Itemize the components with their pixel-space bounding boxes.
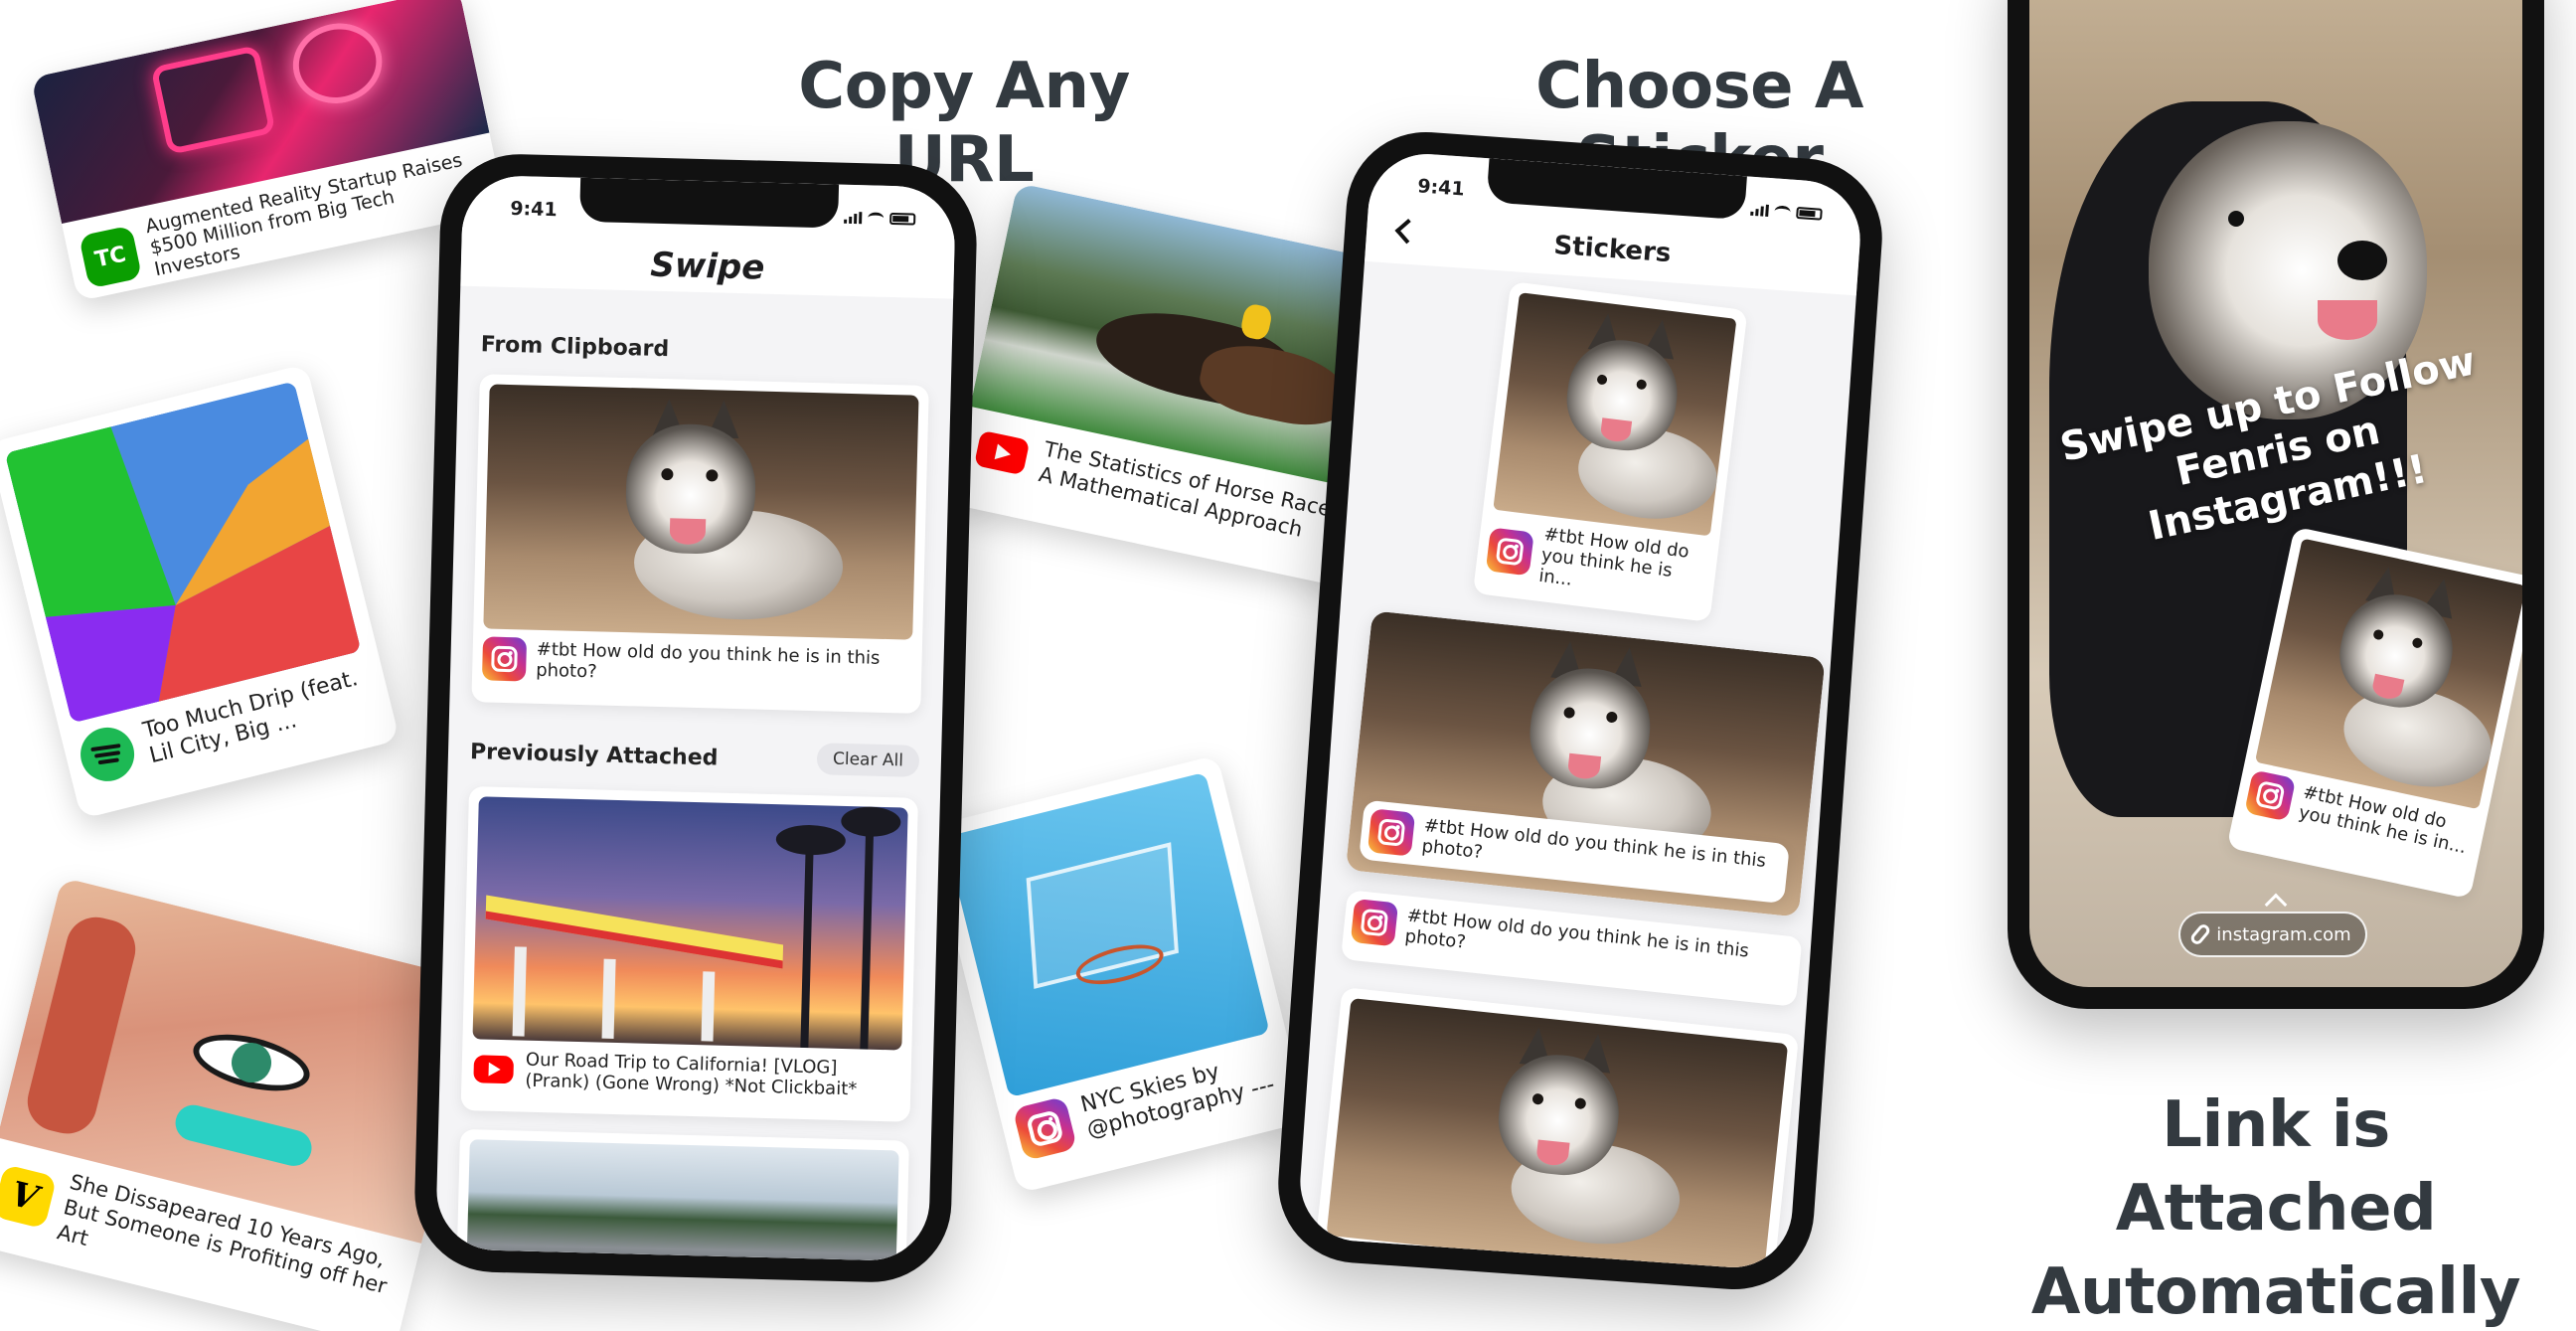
clipboard-card[interactable]: #tbt How old do you think he is in this …: [471, 374, 929, 714]
phone-story: Swipe up to Follow Fenris on Instagram!!…: [2008, 0, 2544, 1009]
swipe-screen: 9:41 Swipe From Clipboard #tbt How old d…: [434, 174, 957, 1262]
app-title: Swipe: [649, 245, 765, 288]
headline-link-attached-line1: Link is Attached: [2115, 1088, 2437, 1246]
story-screen: Swipe up to Follow Fenris on Instagram!!…: [2029, 0, 2522, 987]
sticker-option-photo[interactable]: [1315, 987, 1800, 1271]
section-previously-attached: Previously Attached: [469, 740, 719, 771]
stickers-screen: 9:41 Stickers #tbt How old do you think …: [1296, 150, 1864, 1271]
paperclip-icon: [2188, 921, 2212, 947]
link-card-techcrunch: TC Augmented Reality Startup Raises $500…: [30, 0, 507, 302]
headline-link-attached: Link is Attached Automatically: [2017, 1083, 2534, 1331]
gas-station-photo: [472, 796, 908, 1051]
sticker-option-polaroid[interactable]: #tbt How old do you think he is in...: [1472, 281, 1748, 622]
instagram-icon: [1012, 1095, 1078, 1162]
instagram-icon: [1485, 526, 1534, 576]
status-time: 9:41: [510, 197, 558, 222]
link-pill-text: instagram.com: [2216, 923, 2351, 945]
instagram-icon: [1367, 808, 1416, 857]
link-card-vice: V She Dissapeared 10 Years Ago, But Some…: [0, 877, 487, 1331]
wifi-icon: [868, 212, 885, 225]
attached-card-partial[interactable]: [455, 1128, 909, 1262]
attached-card[interactable]: Our Road Trip to California! [VLOG] (Pra…: [460, 786, 918, 1122]
instagram-icon: [1350, 898, 1399, 947]
techcrunch-icon: TC: [79, 225, 143, 289]
clear-all-button[interactable]: Clear All: [816, 743, 920, 777]
album-art-shapes: [4, 381, 362, 724]
husky-photo: [1326, 997, 1789, 1271]
phone-stickers: 9:41 Stickers #tbt How old do you think …: [1272, 126, 1888, 1295]
sticker-option-wide[interactable]: #tbt How old do you think he is in this …: [1345, 610, 1826, 917]
attached-card-meta: Our Road Trip to California! [VLOG] (Pra…: [471, 1047, 901, 1101]
sticker-polaroid-text: #tbt How old do you think he is in...: [1537, 524, 1690, 590]
vice-icon: V: [0, 1164, 58, 1230]
spotify-icon: [75, 722, 140, 787]
clipboard-card-meta: #tbt How old do you think he is in this …: [481, 636, 912, 691]
notch: [579, 177, 840, 229]
battery-icon: [1796, 206, 1823, 221]
headline-link-attached-line2: Automatically: [2030, 1255, 2521, 1329]
status-time: 9:41: [1416, 175, 1466, 201]
section-from-clipboard: From Clipboard: [480, 332, 670, 363]
husky-photo: [1493, 292, 1737, 537]
attached-card-title: Our Road Trip to California! [VLOG] (Pra…: [525, 1049, 858, 1100]
clipboard-card-title: #tbt How old do you think he is in this …: [535, 638, 881, 683]
signal-icon: [844, 212, 863, 225]
phone-swipe: 9:41 Swipe From Clipboard #tbt How old d…: [412, 152, 979, 1284]
signal-icon: [1750, 204, 1769, 217]
battery-icon: [889, 212, 916, 226]
instagram-icon: [481, 636, 528, 682]
hoop-photo: [944, 771, 1270, 1098]
instagram-icon: [2244, 769, 2297, 822]
youtube-icon: [970, 420, 1035, 485]
stickers-title: Stickers: [1552, 231, 1673, 269]
link-pill[interactable]: instagram.com: [2178, 912, 2367, 957]
link-card-spotify: Too Much Drip (feat. Lil City, Big ...: [0, 363, 401, 820]
parking-lot-photo: [465, 1139, 899, 1262]
status-icons: [844, 207, 916, 231]
husky-photo: [2254, 538, 2522, 810]
album-art: [4, 381, 362, 724]
link-card-nyc-skies: NYC Skies by @photography ---: [927, 754, 1309, 1194]
sticker-plain-text: #tbt How old do you think he is in this …: [1403, 905, 1750, 962]
wifi-icon: [1774, 205, 1791, 219]
youtube-icon: [471, 1047, 517, 1092]
husky-photo: [483, 384, 919, 640]
